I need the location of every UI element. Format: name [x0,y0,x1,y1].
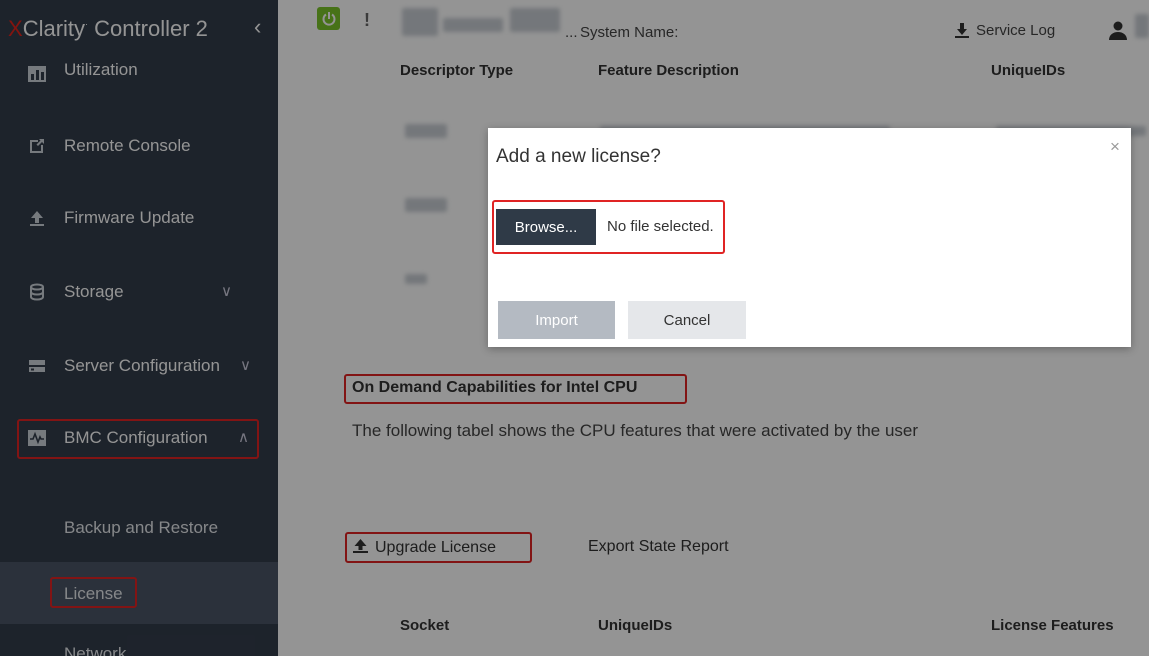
file-selection-status: No file selected. [607,218,714,235]
close-icon[interactable]: × [1110,138,1120,156]
import-button[interactable]: Import [498,301,615,339]
cancel-button[interactable]: Cancel [628,301,746,339]
browse-button[interactable]: Browse... [496,209,596,245]
add-license-dialog: Add a new license? × Browse... No file s… [488,128,1131,347]
dialog-title: Add a new license? [496,146,661,167]
